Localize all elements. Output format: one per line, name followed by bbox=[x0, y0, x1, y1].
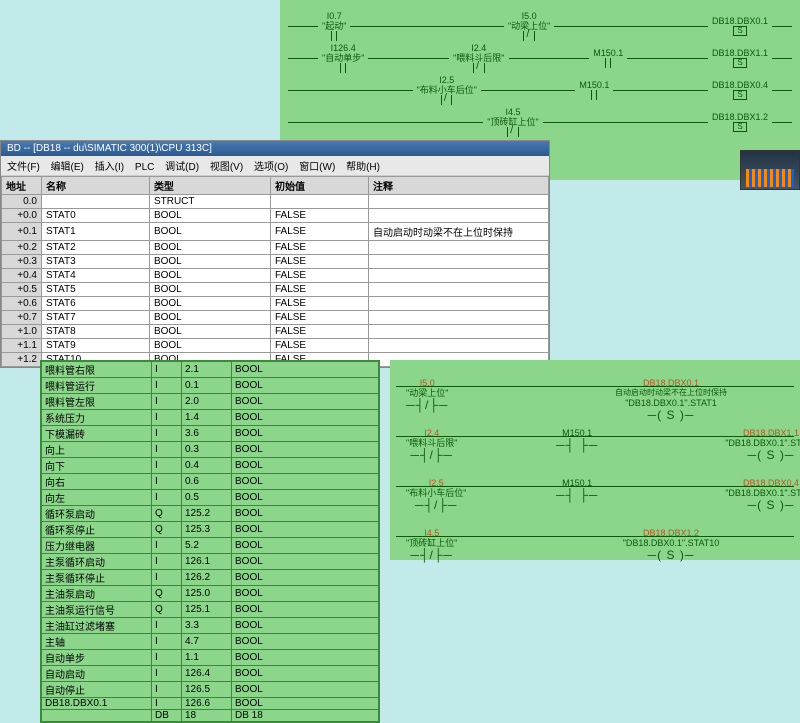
col-type: 类型 bbox=[149, 177, 270, 195]
menu-edit[interactable]: 编辑(E) bbox=[51, 162, 84, 173]
list-item[interactable]: 循环泵停止Q125.3BOOL bbox=[42, 522, 379, 538]
list-item[interactable]: 下模漏砖I3.6BOOL bbox=[42, 426, 379, 442]
contact: M150.1 bbox=[579, 80, 609, 100]
coil-set: DB18.DBX1.2"DB18.DBX0.1".STAT10─( S )─ bbox=[596, 528, 746, 562]
contact-nc: I2.4"喂料斗后限"─┤/├─ bbox=[406, 428, 457, 462]
db-table[interactable]: 地址 名称 类型 初始值 注释 0.0STRUCT+0.0STAT0BOOLFA… bbox=[1, 176, 549, 367]
ladder-rung: I4.5"顶砖缸上位"─┤/├─DB18.DBX1.2"DB18.DBX0.1"… bbox=[396, 516, 794, 556]
table-row[interactable]: +1.1STAT9BOOLFALSE bbox=[2, 339, 549, 353]
list-item[interactable]: 向左I0.5BOOL bbox=[42, 490, 379, 506]
contact: I126.4"自动单步" bbox=[322, 43, 364, 73]
list-item[interactable]: 向下I0.4BOOL bbox=[42, 458, 379, 474]
list-item[interactable]: 主油泵启动Q125.0BOOL bbox=[42, 586, 379, 602]
contact: M150.1─┤ ├─ bbox=[556, 478, 598, 502]
table-row[interactable]: +0.5STAT5BOOLFALSE bbox=[2, 283, 549, 297]
col-comment: 注释 bbox=[369, 177, 549, 195]
contact: M150.1─┤ ├─ bbox=[556, 428, 598, 452]
table-row[interactable]: +0.1STAT1BOOLFALSE自动启动时动梁不在上位时保持 bbox=[2, 223, 549, 241]
menu-view[interactable]: 视图(V) bbox=[210, 162, 243, 173]
db-editor-window[interactable]: BD -- [DB18 -- du\SIMATIC 300(1)\CPU 313… bbox=[0, 140, 550, 368]
ladder-rung: I0.7"起动" I5.0"动梁上位" DB18.DBX0.1S bbox=[288, 10, 792, 42]
list-item[interactable]: 循环泵启动Q125.2BOOL bbox=[42, 506, 379, 522]
menu-window[interactable]: 窗口(W) bbox=[299, 162, 335, 173]
list-item[interactable]: 主油缸过滤堵塞I3.3BOOL bbox=[42, 618, 379, 634]
list-item[interactable]: 喂料管右限I2.1BOOL bbox=[42, 362, 379, 378]
list-item[interactable]: 喂料管左限I2.0BOOL bbox=[42, 394, 379, 410]
contact-nc: I2.5"布料小车后位"─┤/├─ bbox=[406, 478, 466, 512]
ladder-bottom-panel: I5.0"动梁上位"─┤/├─DB18.DBX0.1自动启动时动梁不在上位时保持… bbox=[390, 360, 800, 560]
coil-set: DB18.DBX0.1S bbox=[712, 16, 768, 36]
list-item[interactable]: DB18.DBX0.1I126.6BOOL bbox=[42, 698, 379, 710]
menu-plc[interactable]: PLC bbox=[135, 162, 154, 173]
table-row[interactable]: +0.4STAT4BOOLFALSE bbox=[2, 269, 549, 283]
list-item[interactable]: 主油泵运行信号Q125.1BOOL bbox=[42, 602, 379, 618]
col-addr: 地址 bbox=[2, 177, 42, 195]
contact-nc: I5.0"动梁上位"─┤/├─ bbox=[406, 378, 448, 412]
symbol-table[interactable]: 喂料管右限I2.1BOOL喂料管运行I0.1BOOL喂料管左限I2.0BOOL系… bbox=[40, 360, 380, 723]
list-item[interactable]: 主泵循环启动I126.1BOOL bbox=[42, 554, 379, 570]
menu-file[interactable]: 文件(F) bbox=[7, 162, 40, 173]
ladder-rung: I126.4"自动单步" I2.4"喂料斗后限" M150.1 DB18.DBX1.… bbox=[288, 42, 792, 74]
ladder-rung: I2.4"喂料斗后限"─┤/├─M150.1─┤ ├─DB18.DBX1.1"D… bbox=[396, 416, 794, 456]
thumbnail-image bbox=[740, 150, 800, 190]
list-item[interactable]: 压力继电器I5.2BOOL bbox=[42, 538, 379, 554]
table-row[interactable]: +1.0STAT8BOOLFALSE bbox=[2, 325, 549, 339]
menu-insert[interactable]: 插入(I) bbox=[95, 162, 124, 173]
table-row[interactable]: +0.7STAT7BOOLFALSE bbox=[2, 311, 549, 325]
ladder-rung: I5.0"动梁上位"─┤/├─DB18.DBX0.1自动启动时动梁不在上位时保持… bbox=[396, 366, 794, 406]
list-item[interactable]: 自动启动I126.4BOOL bbox=[42, 666, 379, 682]
contact-nc: I5.0"动梁上位" bbox=[508, 11, 550, 41]
list-item[interactable]: 自动停止I126.5BOOL bbox=[42, 682, 379, 698]
window-title: BD -- [DB18 -- du\SIMATIC 300(1)\CPU 313… bbox=[1, 141, 549, 156]
contact-nc: I4.5"顶砖缸上位" bbox=[487, 107, 538, 137]
list-item[interactable]: 自动单步I1.1BOOL bbox=[42, 650, 379, 666]
contact: I0.7"起动" bbox=[322, 11, 346, 41]
table-row[interactable]: +0.3STAT3BOOLFALSE bbox=[2, 255, 549, 269]
list-item[interactable]: 系统压力I1.4BOOL bbox=[42, 410, 379, 426]
coil-set: DB18.DBX0.4"DB18.DBX0.1".STAT4─( S )─ bbox=[696, 478, 800, 512]
ladder-rung: I2.5"布料小车后位"─┤/├─M150.1─┤ ├─DB18.DBX0.4"… bbox=[396, 466, 794, 506]
coil-set: DB18.DBX1.1"DB18.DBX0.1".STAT9─( S )─ bbox=[696, 428, 800, 462]
ladder-rung: I2.5"布料小车后位" M150.1 DB18.DBX0.4S bbox=[288, 74, 792, 106]
list-item[interactable]: 向上I0.3BOOL bbox=[42, 442, 379, 458]
col-name: 名称 bbox=[42, 177, 150, 195]
menu-help[interactable]: 帮助(H) bbox=[346, 162, 380, 173]
coil-set: DB18.DBX0.4S bbox=[712, 80, 768, 100]
coil-set: DB18.DBX1.1S bbox=[712, 48, 768, 68]
list-item[interactable]: 喂料管运行I0.1BOOL bbox=[42, 378, 379, 394]
col-init: 初始值 bbox=[270, 177, 368, 195]
ladder-rung: I4.5"顶砖缸上位" DB18.DBX1.2S bbox=[288, 106, 792, 138]
list-item[interactable]: 主轴I4.7BOOL bbox=[42, 634, 379, 650]
list-item[interactable]: 向右I0.6BOOL bbox=[42, 474, 379, 490]
list-item[interactable]: 主泵循环停止I126.2BOOL bbox=[42, 570, 379, 586]
menu-options[interactable]: 选项(O) bbox=[254, 162, 288, 173]
table-row[interactable]: +0.2STAT2BOOLFALSE bbox=[2, 241, 549, 255]
table-row[interactable]: 0.0STRUCT bbox=[2, 195, 549, 209]
contact-nc: I2.4"喂料斗后限" bbox=[453, 43, 504, 73]
contact: M150.1 bbox=[593, 48, 623, 68]
table-row[interactable]: +0.6STAT6BOOLFALSE bbox=[2, 297, 549, 311]
menu-debug[interactable]: 调试(D) bbox=[165, 162, 199, 173]
menu-bar[interactable]: 文件(F) 编辑(E) 插入(I) PLC 调试(D) 视图(V) 选项(O) … bbox=[1, 156, 549, 176]
contact-nc: I4.5"顶砖缸上位"─┤/├─ bbox=[406, 528, 457, 562]
table-row[interactable]: +0.0STAT0BOOLFALSE bbox=[2, 209, 549, 223]
coil-set: DB18.DBX1.2S bbox=[712, 112, 768, 132]
list-item[interactable]: DB18DB 18 bbox=[42, 710, 379, 722]
contact-nc: I2.5"布料小车后位" bbox=[417, 75, 477, 105]
